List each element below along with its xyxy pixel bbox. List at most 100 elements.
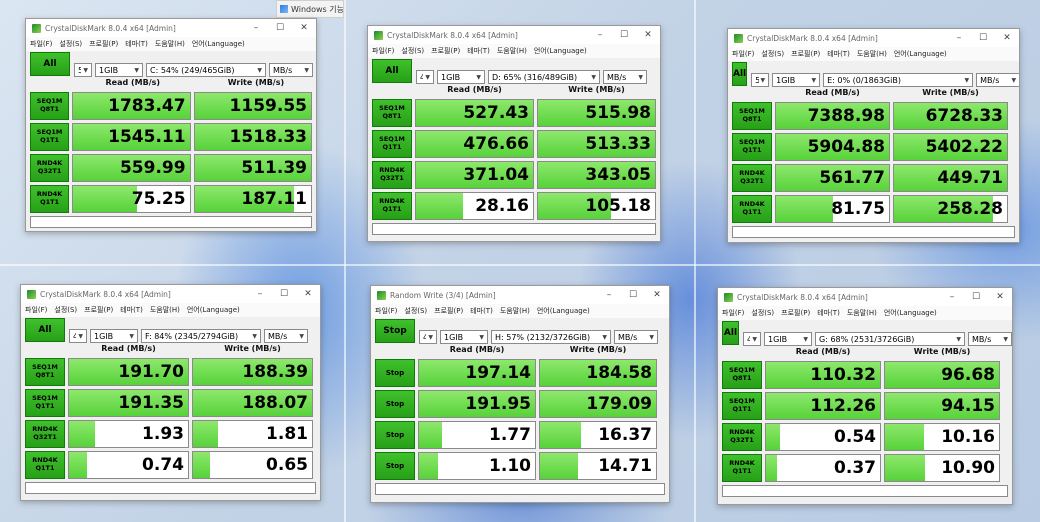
test-button[interactable]: SEQ1M Q8T1 — [732, 102, 772, 130]
test-button[interactable]: RND4K Q32T1 — [30, 154, 70, 182]
test-count-select[interactable]: 5▼ — [74, 63, 92, 77]
test-button[interactable]: Stop — [375, 390, 415, 418]
menu-item[interactable]: 테마(T) — [125, 39, 148, 49]
menu-item[interactable]: 언어(Language) — [894, 49, 947, 59]
title-bar[interactable]: Random Write (3/4) [Admin] – ☐ ✕ — [371, 286, 669, 304]
menu-item[interactable]: 테마(T) — [120, 305, 143, 315]
drive-select[interactable]: E: 0% (0/1863GiB) ▼ — [823, 73, 974, 87]
test-button[interactable]: RND4K Q32T1 — [732, 164, 772, 192]
test-button[interactable]: SEQ1M Q8T1 — [25, 358, 65, 386]
test-button[interactable]: SEQ1M Q1T1 — [372, 130, 412, 158]
menu-item[interactable]: 파일(F) — [30, 39, 52, 49]
menu-item[interactable]: 테마(T) — [470, 306, 493, 316]
test-button[interactable]: SEQ1M Q8T1 — [372, 99, 412, 127]
menu-item[interactable]: 도움말(H) — [150, 305, 180, 315]
comment-field[interactable] — [732, 226, 1015, 238]
test-button[interactable]: RND4K Q1T1 — [372, 192, 412, 220]
menu-item[interactable]: 파일(F) — [732, 49, 754, 59]
menu-item[interactable]: 언어(Language) — [534, 46, 587, 56]
maximize-button[interactable]: ☐ — [612, 30, 636, 40]
menu-item[interactable]: 프로필(P) — [434, 306, 463, 316]
menu-item[interactable]: 도움말(H) — [847, 308, 877, 318]
run-all-button[interactable]: All — [732, 62, 748, 86]
menu-item[interactable]: 프로필(P) — [89, 39, 118, 49]
menu-item[interactable]: 설정(S) — [54, 305, 77, 315]
background-window-tab[interactable]: Windows 기능 P — [276, 0, 344, 18]
minimize-button[interactable]: – — [597, 290, 621, 300]
run-all-button[interactable]: All — [372, 59, 412, 83]
close-button[interactable]: ✕ — [988, 292, 1012, 302]
title-bar[interactable]: CrystalDiskMark 8.0.4 x64 [Admin] – ☐ ✕ — [718, 288, 1012, 306]
drive-select[interactable]: H: 57% (2132/3726GiB) ▼ — [491, 330, 611, 344]
menu-item[interactable]: 파일(F) — [25, 305, 47, 315]
test-button[interactable]: SEQ1M Q1T1 — [25, 389, 65, 417]
menu-item[interactable]: 파일(F) — [375, 306, 397, 316]
unit-select[interactable]: MB/s ▼ — [614, 330, 658, 344]
menu-item[interactable]: 프로필(P) — [431, 46, 460, 56]
drive-select[interactable]: C: 54% (249/465GiB) ▼ — [146, 63, 266, 77]
test-count-select[interactable]: 4▼ — [416, 70, 434, 84]
test-button[interactable]: RND4K Q32T1 — [372, 161, 412, 189]
unit-select[interactable]: MB/s ▼ — [264, 329, 308, 343]
test-button[interactable]: RND4K Q1T1 — [30, 185, 70, 213]
menu-item[interactable]: 도움말(H) — [155, 39, 185, 49]
test-size-select[interactable]: 1GIB ▼ — [772, 73, 821, 87]
menu-item[interactable]: 프로필(P) — [84, 305, 113, 315]
menu-item[interactable]: 설정(S) — [59, 39, 82, 49]
title-bar[interactable]: CrystalDiskMark 8.0.4 x64 [Admin] – ☐ ✕ — [26, 19, 316, 37]
test-button[interactable]: Stop — [375, 452, 415, 480]
run-all-button[interactable]: Stop — [375, 319, 415, 343]
test-button[interactable]: RND4K Q1T1 — [25, 451, 65, 479]
test-button[interactable]: Stop — [375, 421, 415, 449]
test-count-select[interactable]: 5▼ — [751, 73, 770, 87]
comment-field[interactable] — [722, 485, 1008, 497]
close-button[interactable]: ✕ — [296, 289, 320, 299]
test-size-select[interactable]: 1GIB ▼ — [90, 329, 138, 343]
minimize-button[interactable]: – — [947, 33, 971, 43]
test-button[interactable]: RND4K Q32T1 — [25, 420, 65, 448]
comment-field[interactable] — [25, 482, 316, 494]
test-button[interactable]: SEQ1M Q8T1 — [722, 361, 762, 389]
maximize-button[interactable]: ☐ — [971, 33, 995, 43]
menu-item[interactable]: 설정(S) — [404, 306, 427, 316]
test-size-select[interactable]: 1GIB ▼ — [764, 332, 812, 346]
drive-select[interactable]: G: 68% (2531/3726GiB) ▼ — [815, 332, 965, 346]
test-size-select[interactable]: 1GIB ▼ — [440, 330, 488, 344]
comment-field[interactable] — [375, 483, 665, 495]
drive-select[interactable]: D: 65% (316/489GiB) ▼ — [488, 70, 600, 84]
test-button[interactable]: RND4K Q1T1 — [732, 195, 772, 223]
menu-item[interactable]: 설정(S) — [761, 49, 784, 59]
menu-item[interactable]: 프로필(P) — [791, 49, 820, 59]
run-all-button[interactable]: All — [722, 321, 739, 345]
menu-item[interactable]: 언어(Language) — [884, 308, 937, 318]
menu-item[interactable]: 도움말(H) — [497, 46, 527, 56]
close-button[interactable]: ✕ — [645, 290, 669, 300]
test-count-select[interactable]: 4▼ — [419, 330, 437, 344]
title-bar[interactable]: CrystalDiskMark 8.0.4 x64 [Admin] – ☐ ✕ — [21, 285, 320, 303]
run-all-button[interactable]: All — [30, 52, 70, 76]
test-button[interactable]: SEQ1M Q1T1 — [732, 133, 772, 161]
unit-select[interactable]: MB/s ▼ — [603, 70, 647, 84]
test-button[interactable]: RND4K Q32T1 — [722, 423, 762, 451]
comment-field[interactable] — [372, 223, 656, 235]
maximize-button[interactable]: ☐ — [272, 289, 296, 299]
unit-select[interactable]: MB/s ▼ — [976, 73, 1019, 87]
test-count-select[interactable]: 4▼ — [69, 329, 87, 343]
menu-item[interactable]: 도움말(H) — [857, 49, 887, 59]
drive-select[interactable]: F: 84% (2345/2794GiB) ▼ — [141, 329, 261, 343]
title-bar[interactable]: CrystalDiskMark 8.0.4 x64 [Admin] – ☐ ✕ — [728, 29, 1019, 47]
test-button[interactable]: SEQ1M Q1T1 — [30, 123, 70, 151]
test-button[interactable]: Stop — [375, 359, 415, 387]
menu-item[interactable]: 파일(F) — [372, 46, 394, 56]
menu-item[interactable]: 테마(T) — [827, 49, 850, 59]
maximize-button[interactable]: ☐ — [268, 23, 292, 33]
test-size-select[interactable]: 1GIB ▼ — [437, 70, 485, 84]
menu-item[interactable]: 설정(S) — [401, 46, 424, 56]
minimize-button[interactable]: – — [244, 23, 268, 33]
menu-item[interactable]: 언어(Language) — [187, 305, 240, 315]
close-button[interactable]: ✕ — [636, 30, 660, 40]
menu-item[interactable]: 파일(F) — [722, 308, 744, 318]
maximize-button[interactable]: ☐ — [964, 292, 988, 302]
test-button[interactable]: SEQ1M Q1T1 — [722, 392, 762, 420]
comment-field[interactable] — [30, 216, 312, 228]
